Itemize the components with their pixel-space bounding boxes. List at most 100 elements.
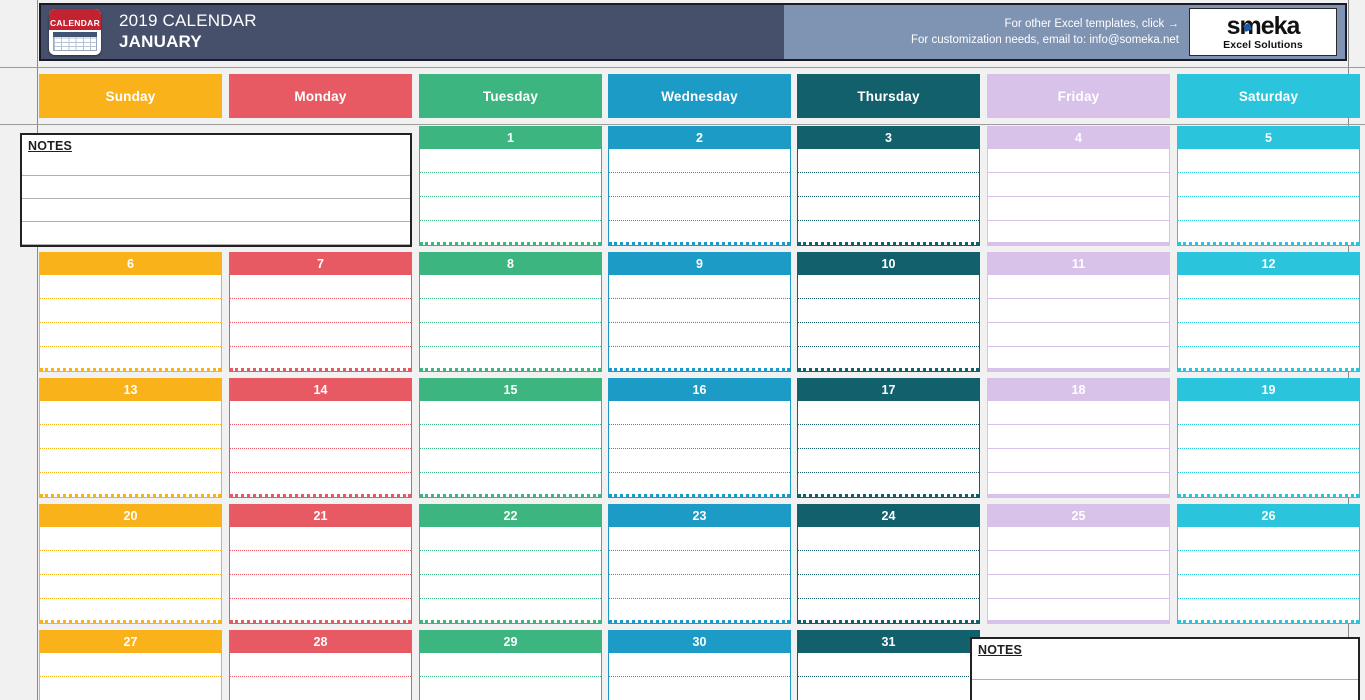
day-cell[interactable]: 8	[419, 252, 602, 372]
day-cell-writing-line	[40, 299, 221, 323]
promo-text: For other Excel templates, click → For c…	[911, 16, 1179, 48]
day-cell[interactable]: 22	[419, 504, 602, 624]
day-cell-notes-area[interactable]	[797, 653, 980, 700]
day-cell-writing-line	[988, 299, 1169, 323]
day-cell-notes-area[interactable]	[797, 149, 980, 246]
day-cell[interactable]: 30	[608, 630, 791, 700]
day-cell-notes-area[interactable]	[39, 653, 222, 700]
day-cell[interactable]: 26	[1177, 504, 1360, 624]
day-cell-writing-line	[609, 323, 790, 347]
day-cell-writing-line	[798, 425, 979, 449]
day-cell-writing-line	[420, 473, 601, 497]
day-cell-notes-area[interactable]	[229, 401, 412, 498]
day-cell-notes-area[interactable]	[419, 401, 602, 498]
day-cell-notes-area[interactable]	[608, 527, 791, 624]
day-number: 13	[39, 378, 222, 401]
day-cell[interactable]: 10	[797, 252, 980, 372]
day-cell[interactable]: 2	[608, 126, 791, 246]
day-cell[interactable]: 24	[797, 504, 980, 624]
notes-box-top[interactable]: NOTES	[20, 133, 412, 247]
day-cell-notes-area[interactable]	[797, 401, 980, 498]
day-cell[interactable]: 5	[1177, 126, 1360, 246]
day-cell-writing-line	[609, 473, 790, 497]
day-cell-notes-area[interactable]	[608, 653, 791, 700]
day-cell[interactable]: 11	[987, 252, 1170, 372]
day-cell-writing-line	[420, 449, 601, 473]
day-cell-notes-area[interactable]	[608, 401, 791, 498]
weekday-header-label: Tuesday	[482, 88, 539, 104]
day-cell[interactable]: 19	[1177, 378, 1360, 498]
day-number: 10	[797, 252, 980, 275]
day-cell[interactable]: 27	[39, 630, 222, 700]
day-number: 29	[419, 630, 602, 653]
day-cell-notes-area[interactable]	[1177, 401, 1360, 498]
notes-box-bottom[interactable]: NOTES	[970, 637, 1360, 700]
day-cell-notes-area[interactable]	[987, 527, 1170, 624]
day-cell[interactable]: 6	[39, 252, 222, 372]
day-cell-notes-area[interactable]	[39, 401, 222, 498]
day-cell-writing-line	[798, 173, 979, 197]
day-cell-writing-line	[40, 677, 221, 700]
day-cell[interactable]: 14	[229, 378, 412, 498]
someka-logo[interactable]: smeka Excel Solutions	[1189, 8, 1337, 56]
notes-label: NOTES	[972, 639, 1358, 657]
day-cell[interactable]: 12	[1177, 252, 1360, 372]
day-cell-writing-line	[1178, 401, 1359, 425]
day-cell[interactable]: 21	[229, 504, 412, 624]
day-cell[interactable]: 23	[608, 504, 791, 624]
day-cell-notes-area[interactable]	[229, 527, 412, 624]
day-cell-writing-line	[988, 473, 1169, 497]
day-cell-notes-area[interactable]	[608, 149, 791, 246]
day-cell-notes-area[interactable]	[419, 275, 602, 372]
page-title-year: 2019 CALENDAR	[119, 11, 257, 30]
notes-writing-line	[22, 222, 410, 245]
day-cell-notes-area[interactable]	[229, 653, 412, 700]
day-cell-notes-area[interactable]	[608, 275, 791, 372]
day-cell-notes-area[interactable]	[1177, 149, 1360, 246]
day-cell-writing-line	[1178, 323, 1359, 347]
day-cell-notes-area[interactable]	[987, 149, 1170, 246]
day-cell-writing-line	[1178, 575, 1359, 599]
day-cell-writing-line	[609, 575, 790, 599]
day-cell-notes-area[interactable]	[419, 527, 602, 624]
day-cell-notes-area[interactable]	[987, 275, 1170, 372]
day-cell-notes-area[interactable]	[229, 275, 412, 372]
calendar-icon-label: CALENDAR	[49, 18, 101, 28]
day-cell-notes-area[interactable]	[419, 653, 602, 700]
day-cell[interactable]: 4	[987, 126, 1170, 246]
day-cell[interactable]: 28	[229, 630, 412, 700]
day-cell-notes-area[interactable]	[987, 401, 1170, 498]
day-cell-notes-area[interactable]	[1177, 275, 1360, 372]
day-cell-writing-line	[40, 575, 221, 599]
day-cell[interactable]: 29	[419, 630, 602, 700]
day-cell-notes-area[interactable]	[1177, 527, 1360, 624]
day-cell-writing-line	[420, 401, 601, 425]
weekday-header-label: Saturday	[1238, 88, 1299, 104]
day-cell-writing-line	[609, 275, 790, 299]
day-cell-notes-area[interactable]	[39, 275, 222, 372]
day-cell-notes-area[interactable]	[419, 149, 602, 246]
day-cell-notes-area[interactable]	[39, 527, 222, 624]
day-cell[interactable]: 31	[797, 630, 980, 700]
day-cell[interactable]: 20	[39, 504, 222, 624]
day-cell-writing-line	[609, 401, 790, 425]
day-cell[interactable]: 13	[39, 378, 222, 498]
title-block: 2019 CALENDAR JANUARY	[119, 11, 257, 53]
day-cell[interactable]: 9	[608, 252, 791, 372]
day-cell[interactable]: 1	[419, 126, 602, 246]
day-cell-notes-area[interactable]	[797, 527, 980, 624]
notes-label-text: NOTES	[978, 643, 1023, 657]
day-cell[interactable]: 17	[797, 378, 980, 498]
someka-logo-tagline: Excel Solutions	[1223, 38, 1303, 51]
day-cell[interactable]: 7	[229, 252, 412, 372]
day-cell[interactable]: 18	[987, 378, 1170, 498]
promo-line-1[interactable]: For other Excel templates, click →	[911, 16, 1179, 32]
day-cell[interactable]: 25	[987, 504, 1170, 624]
day-cell-writing-line	[798, 653, 979, 677]
day-cell[interactable]: 15	[419, 378, 602, 498]
day-cell[interactable]: 16	[608, 378, 791, 498]
promo-line-2[interactable]: For customization needs, email to: info@…	[911, 32, 1179, 48]
day-cell-writing-line	[420, 575, 601, 599]
day-cell[interactable]: 3	[797, 126, 980, 246]
day-cell-notes-area[interactable]	[797, 275, 980, 372]
